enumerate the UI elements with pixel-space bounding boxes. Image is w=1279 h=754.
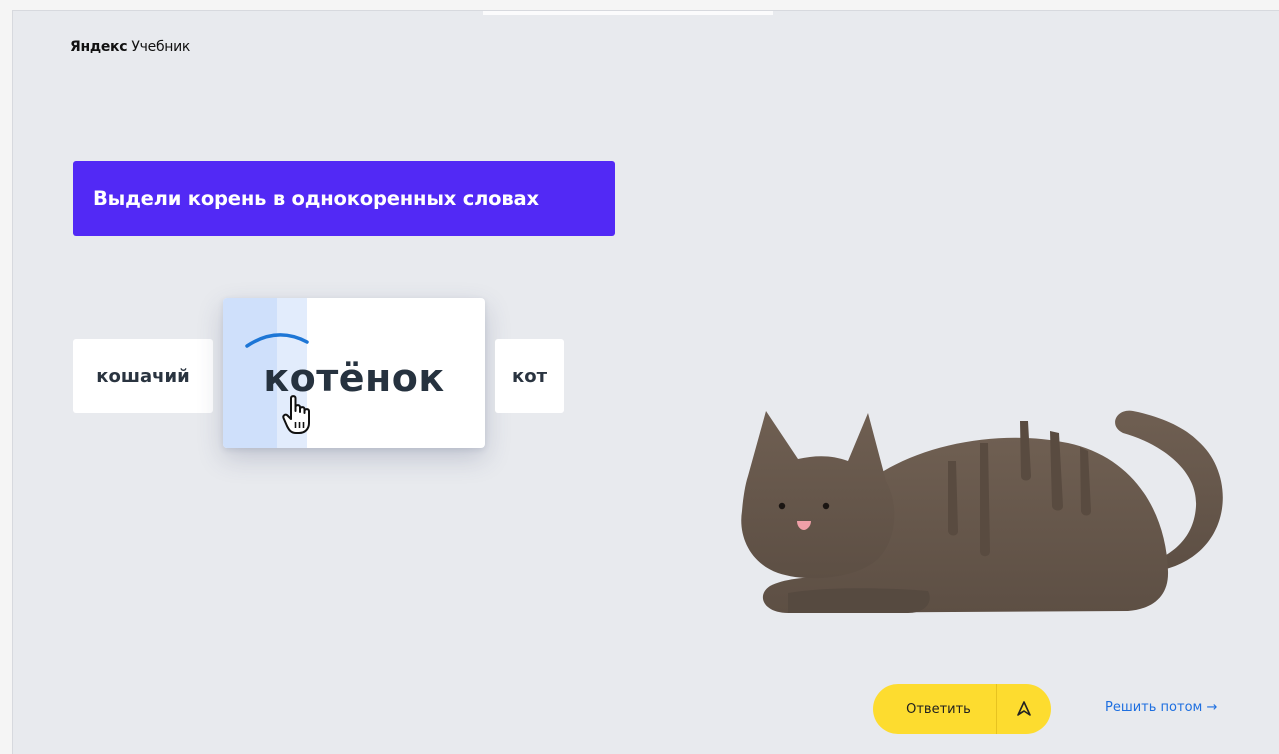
lesson-screen: Яндекс Учебник Выдели корень в однокорен… xyxy=(12,10,1279,754)
solve-later-link[interactable]: Решить потом → xyxy=(1105,700,1217,715)
word-card-right[interactable]: кот xyxy=(495,339,564,413)
word-card-active[interactable]: котёнок xyxy=(223,298,485,448)
answer-button[interactable]: Ответить xyxy=(873,684,1051,734)
answer-button-label: Ответить xyxy=(906,701,971,717)
word-right-text: кот xyxy=(511,365,547,387)
task-title: Выдели корень в однокоренных словах xyxy=(93,187,539,210)
logo-product: Учебник xyxy=(131,39,191,55)
yandex-textbook-logo[interactable]: Яндекс Учебник xyxy=(70,39,190,55)
top-sheen xyxy=(483,11,773,15)
logo-brand: Яндекс xyxy=(70,39,128,55)
word-left-text: кошачий xyxy=(96,365,190,387)
paper-plane-icon[interactable] xyxy=(997,684,1051,734)
root-arc-icon xyxy=(245,333,309,348)
task-title-banner: Выдели корень в однокоренных словах xyxy=(73,161,615,236)
hand-pointer-icon xyxy=(282,395,310,434)
word-card-left[interactable]: кошачий xyxy=(73,339,213,413)
cat-illustration xyxy=(741,410,1223,613)
